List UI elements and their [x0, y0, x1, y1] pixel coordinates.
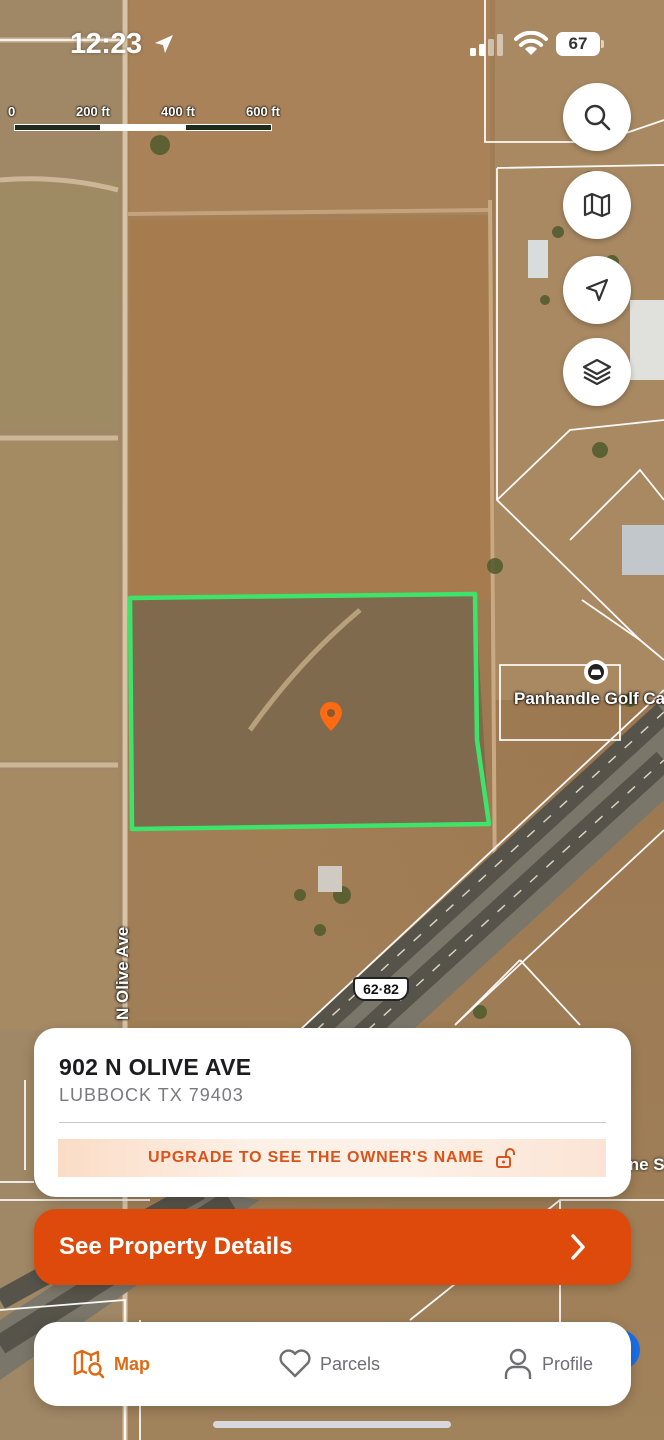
property-address: 902 N OLIVE AVE — [59, 1054, 252, 1080]
locate-me-button[interactable] — [563, 256, 631, 324]
tab-parcels-label: Parcels — [320, 1353, 381, 1374]
highway-shield: 62·82 — [353, 977, 409, 1001]
tab-bar: Map Parcels Profile — [34, 1322, 631, 1406]
upgrade-text: UPGRADE TO SEE THE OWNER'S NAME — [148, 1149, 484, 1166]
car-icon — [584, 660, 608, 684]
tab-map[interactable]: Map — [72, 1322, 150, 1406]
map-scale: 0 200 ft 400 ft 600 ft — [6, 104, 296, 134]
map-search-icon — [73, 1349, 105, 1379]
chevron-right-icon — [571, 1234, 585, 1260]
search-icon — [584, 104, 611, 131]
search-button[interactable] — [563, 83, 631, 151]
cta-label: See Property Details — [59, 1233, 293, 1260]
tab-profile-label: Profile — [542, 1353, 594, 1374]
unlock-icon — [495, 1148, 515, 1168]
scale-label-200: 200 ft — [76, 104, 110, 119]
scale-label-400: 400 ft — [161, 104, 195, 119]
tab-parcels[interactable]: Parcels — [278, 1322, 380, 1406]
scale-label-600: 600 ft — [246, 104, 280, 119]
property-card[interactable]: 902 N OLIVE AVE LUBBOCK TX 79403 UPGRADE… — [34, 1028, 631, 1197]
poi-label: Panhandle Golf Car — [514, 689, 664, 708]
divider — [59, 1122, 606, 1123]
road-label-olive: N Olive Ave — [113, 926, 132, 1020]
location-arrow-icon — [585, 278, 609, 302]
status-time: 12:23 — [70, 28, 142, 60]
property-city: LUBBOCK TX 79403 — [59, 1085, 244, 1105]
see-property-details-button[interactable]: See Property Details — [34, 1209, 631, 1285]
cell-signal-icon — [470, 34, 503, 56]
battery-indicator: 67 — [556, 32, 604, 56]
layers-button[interactable] — [563, 338, 631, 406]
map-icon — [583, 192, 611, 218]
upgrade-owner-banner[interactable]: UPGRADE TO SEE THE OWNER'S NAME — [58, 1139, 606, 1177]
tab-map-label: Map — [114, 1353, 150, 1374]
map-style-button[interactable] — [563, 171, 631, 239]
status-bar: 12:23 67 — [0, 0, 664, 90]
scale-label-0: 0 — [8, 104, 16, 119]
heart-icon — [279, 1349, 311, 1378]
battery-level: 67 — [556, 32, 600, 56]
layers-icon — [582, 358, 612, 386]
wifi-icon — [514, 31, 548, 55]
tab-profile[interactable]: Profile — [502, 1322, 593, 1406]
home-indicator[interactable] — [213, 1421, 451, 1428]
scale-bar — [14, 124, 272, 131]
person-icon — [504, 1348, 532, 1379]
location-arrow-icon — [155, 35, 173, 53]
